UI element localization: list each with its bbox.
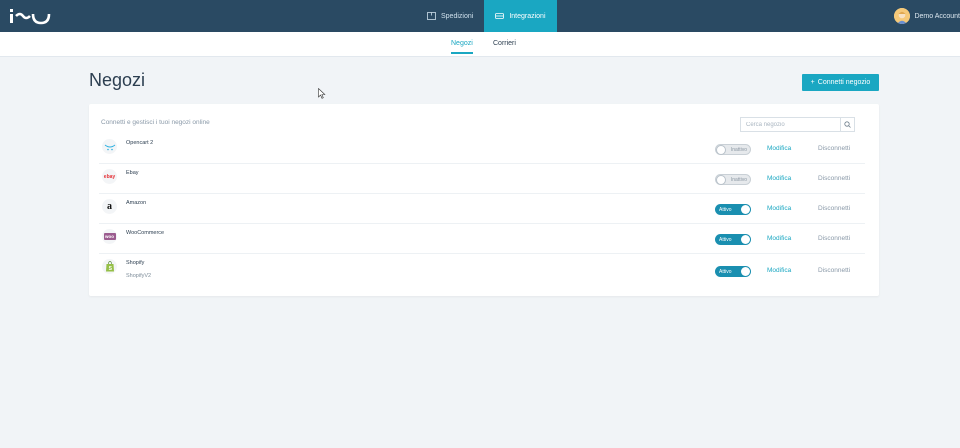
toggle-knob: [741, 267, 750, 276]
edit-link[interactable]: Modifica: [767, 205, 791, 212]
app-logo[interactable]: [8, 7, 52, 25]
disconnect-link[interactable]: Disconnetti: [818, 205, 850, 212]
account-name: Demo Account: [914, 12, 960, 20]
woocommerce-logo-text: woo: [103, 233, 116, 240]
toggle-knob: [741, 235, 750, 244]
status-toggle[interactable]: Inattivo: [715, 144, 751, 155]
store-row-ebay: ebay Ebay Inattivo Modifica Disconnetti: [99, 164, 865, 194]
status-label: Inattivo: [730, 146, 747, 153]
nav-label-integrazioni: Integrazioni: [509, 12, 546, 20]
search-button[interactable]: [840, 117, 855, 132]
avatar-icon: [894, 8, 911, 24]
store-name: Opencart 2: [126, 140, 154, 146]
top-bar: Spedizioni Integrazioni Demo Account: [0, 0, 960, 32]
tab-corrieri[interactable]: Corrieri: [493, 40, 516, 52]
connect-store-label: Connetti negozio: [817, 79, 871, 86]
status-label: Attivo: [719, 236, 732, 243]
plug-icon: [495, 13, 505, 19]
stores-list: Opencart 2 Inattivo Modifica Disconnetti…: [99, 134, 865, 287]
status-toggle[interactable]: Attivo: [715, 204, 751, 215]
toggle-knob: [716, 174, 726, 185]
disconnect-link[interactable]: Disconnetti: [818, 235, 850, 242]
store-row-woocommerce: woo WooCommerce Attivo Modifica Disconne…: [99, 224, 865, 254]
disconnect-link[interactable]: Disconnetti: [818, 145, 850, 152]
box-icon: [427, 12, 436, 20]
store-version: ShopifyV2: [126, 273, 152, 279]
nav-label-spedizioni: Spedizioni: [441, 12, 474, 20]
main-nav: Spedizioni Integrazioni: [416, 0, 557, 32]
status-label: Inattivo: [730, 176, 747, 183]
store-search: [740, 117, 855, 132]
status-label: Attivo: [719, 268, 732, 275]
status-label: Attivo: [719, 206, 732, 213]
connect-store-button[interactable]: + Connetti negozio: [802, 74, 879, 91]
store-name: Shopify: [126, 260, 145, 266]
nav-item-spedizioni[interactable]: Spedizioni: [416, 0, 484, 32]
store-row-shopify: S Shopify ShopifyV2 Attivo Modifica Disc…: [99, 254, 865, 287]
edit-link[interactable]: Modifica: [767, 235, 791, 242]
account-menu[interactable]: Demo Account: [894, 0, 960, 32]
store-row-opencart: Opencart 2 Inattivo Modifica Disconnetti: [99, 134, 865, 164]
status-toggle[interactable]: Attivo: [715, 266, 751, 277]
shopify-logo: S: [102, 259, 117, 274]
toggle-knob: [716, 144, 726, 155]
store-name: Amazon: [126, 200, 147, 206]
amazon-logo-text: a: [107, 201, 112, 212]
disconnect-link[interactable]: Disconnetti: [818, 267, 850, 274]
woocommerce-logo: woo: [102, 229, 117, 244]
status-toggle[interactable]: Inattivo: [715, 174, 751, 185]
status-toggle[interactable]: Attivo: [715, 234, 751, 245]
disconnect-link[interactable]: Disconnetti: [818, 175, 850, 182]
ebay-logo-text: ebay: [103, 173, 116, 180]
amazon-logo: a: [102, 199, 117, 214]
store-name: WooCommerce: [126, 230, 165, 236]
cart-icon: [104, 144, 115, 150]
edit-link[interactable]: Modifica: [767, 267, 791, 274]
mouse-cursor-icon: [318, 88, 326, 99]
sub-tabs: Negozi Corrieri: [0, 32, 960, 57]
opencart-logo: [102, 139, 117, 154]
page-title: Negozi: [89, 70, 146, 90]
store-row-amazon: a Amazon Attivo Modifica Disconnetti: [99, 194, 865, 224]
search-input[interactable]: [740, 117, 840, 132]
card-description: Connetti e gestisci i tuoi negozi online: [101, 119, 210, 126]
edit-link[interactable]: Modifica: [767, 145, 791, 152]
plus-icon: +: [810, 79, 815, 86]
ebay-logo: ebay: [102, 169, 117, 184]
stores-card: Connetti e gestisci i tuoi negozi online…: [89, 104, 879, 296]
store-name: Ebay: [126, 170, 139, 176]
nav-item-integrazioni[interactable]: Integrazioni: [484, 0, 557, 32]
tab-negozi[interactable]: Negozi: [451, 40, 473, 54]
toggle-knob: [741, 205, 750, 214]
search-icon: [844, 121, 851, 128]
shopping-bag-icon: S: [105, 261, 114, 272]
edit-link[interactable]: Modifica: [767, 175, 791, 182]
avatar: [894, 8, 911, 24]
